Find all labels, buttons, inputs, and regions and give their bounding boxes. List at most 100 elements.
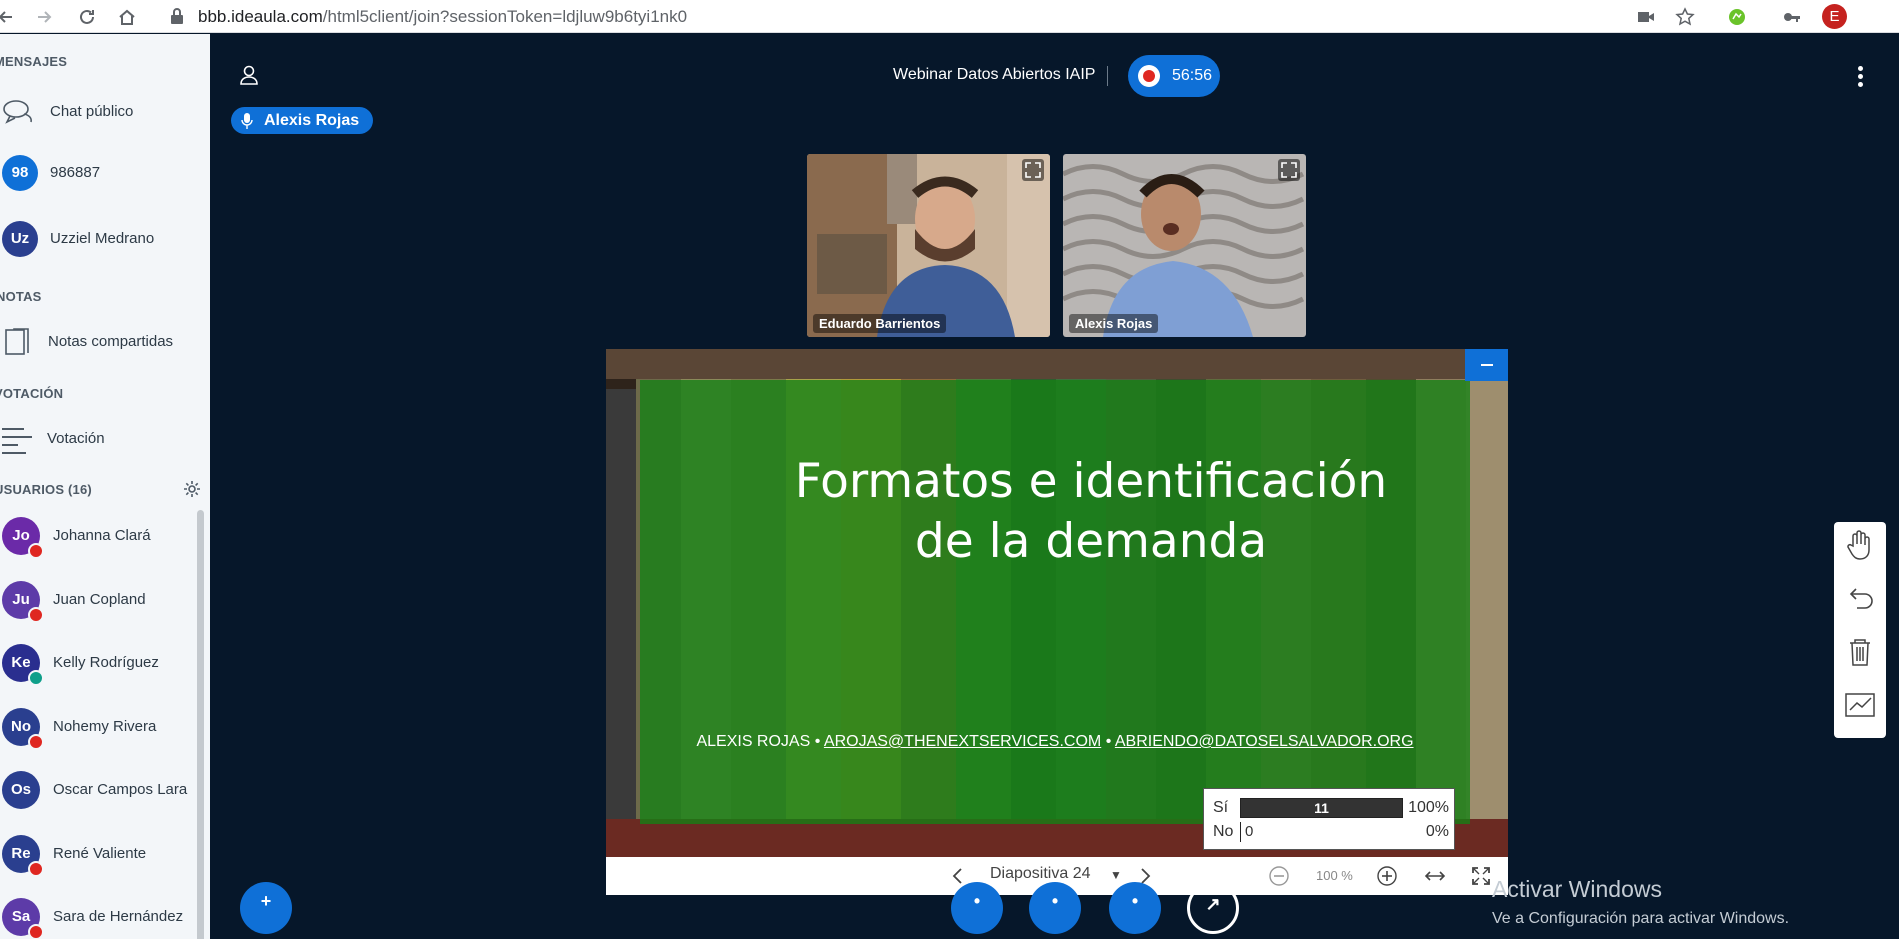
user-name: Johanna Clará [53, 527, 151, 544]
user-list-item[interactable]: Re René Valiente [0, 825, 200, 885]
url-text: bbb.ideaula.com/html5client/join?session… [198, 7, 687, 27]
messages-section-label: MENSAJES [0, 54, 68, 69]
user-icon[interactable] [238, 64, 260, 86]
user-list-item[interactable]: Jo Johanna Clará [0, 507, 200, 567]
sidebar-item-voting[interactable]: Votación [0, 417, 210, 461]
lock-icon [171, 8, 183, 24]
actions-button[interactable]: + [240, 882, 292, 934]
private-chat-name: Uzziel Medrano [50, 230, 155, 247]
webcam-tile[interactable]: Eduardo Barrientos [807, 154, 1050, 337]
public-chat-label: Chat público [50, 103, 134, 120]
video-button[interactable]: • [1109, 882, 1161, 934]
user-name: Nohemy Rivera [53, 718, 157, 735]
profile-avatar[interactable]: E [1822, 4, 1847, 29]
shared-notes-label: Notas compartidas [48, 333, 174, 350]
slide-title: Formatos e identificación de la demanda [740, 452, 1442, 572]
slide-selector[interactable]: Diapositiva 24 [990, 865, 1091, 883]
private-chat-name: 986887 [50, 164, 101, 181]
audio-button[interactable]: • [1029, 882, 1081, 934]
minimize-presentation-button[interactable] [1465, 349, 1508, 381]
poll-bar: 11 [1240, 798, 1403, 818]
poll-row-si: Sí 11 100% [1213, 797, 1449, 819]
muted-mic-icon [28, 543, 44, 559]
multi-user-whiteboard-icon[interactable] [1843, 688, 1877, 722]
gear-icon[interactable] [182, 479, 202, 499]
options-menu-icon[interactable] [1858, 66, 1864, 88]
reload-icon[interactable] [77, 7, 97, 27]
notes-icon [5, 328, 29, 355]
users-section-label: USUARIOS (16) [0, 482, 92, 497]
sidebar-item-private-chat-1[interactable]: 98 986887 [0, 151, 210, 195]
user-name: Juan Copland [53, 591, 146, 608]
back-arrow-icon[interactable] [0, 7, 16, 27]
webcam-video [1063, 154, 1306, 337]
webcam-user-name: Alexis Rojas [1069, 314, 1159, 333]
mute-button[interactable]: • [951, 882, 1003, 934]
expand-icon[interactable] [1278, 159, 1300, 181]
presentation-slide[interactable]: Formatos e identificación de la demanda … [606, 349, 1508, 857]
recording-time: 56:56 [1172, 67, 1213, 84]
star-icon[interactable] [1675, 7, 1695, 27]
slide-email-1[interactable]: AROJAS@THENEXTSERVICES.COM [824, 733, 1101, 750]
muted-mic-icon [28, 607, 44, 623]
poll-percent: 0% [1425, 823, 1449, 840]
poll-count: 11 [1314, 800, 1329, 816]
headphones-icon [28, 670, 44, 686]
chevron-down-icon[interactable]: ▼ [1110, 868, 1122, 882]
key-icon[interactable] [1782, 7, 1802, 27]
notes-section-label: NOTAS [0, 289, 42, 304]
avatar: Os [2, 771, 40, 809]
sidebar-item-public-chat[interactable]: Chat público [0, 90, 210, 134]
expand-icon[interactable] [1022, 159, 1044, 181]
home-icon[interactable] [117, 7, 137, 27]
poll-option-label: Sí [1213, 799, 1229, 816]
address-bar[interactable]: bbb.ideaula.com/html5client/join?session… [160, 2, 1760, 30]
user-list-item[interactable]: No Nohemy Rivera [0, 698, 200, 758]
extension-icon[interactable] [1727, 7, 1747, 27]
muted-mic-icon [28, 734, 44, 750]
undo-icon[interactable] [1843, 582, 1877, 616]
talking-indicator[interactable]: Alexis Rojas [231, 107, 374, 134]
user-list-item[interactable]: Ke Kelly Rodríguez [0, 634, 200, 694]
camera-blocked-icon[interactable] [1636, 7, 1656, 27]
user-list-item[interactable]: Os Oscar Campos Lara [0, 761, 200, 821]
user-list-item[interactable]: Ju Juan Copland [0, 571, 200, 631]
poll-count: 0 [1245, 823, 1254, 840]
talking-user-name: Alexis Rojas [264, 112, 360, 129]
slide-separator: • [1105, 733, 1112, 750]
url-path: /html5client/join?sessionToken=ldjluw9b6… [322, 7, 688, 26]
webcam-tile[interactable]: Alexis Rojas [1063, 154, 1306, 337]
trash-icon[interactable] [1843, 635, 1877, 669]
webcam-video [807, 154, 1050, 337]
poll-results: Sí 11 100% No 0 0% [1203, 788, 1455, 850]
fit-width-icon[interactable] [1424, 865, 1446, 887]
hand-tool-icon[interactable] [1843, 528, 1877, 562]
slide-email-2[interactable]: ABRIENDO@DATOSELSALVADOR.ORG [1115, 733, 1414, 750]
poll-bar: 0 [1240, 822, 1403, 842]
url-host: bbb.ideaula.com [198, 7, 323, 26]
recording-button[interactable]: 56:56 [1128, 55, 1220, 97]
meeting-title: Webinar Datos Abiertos IAIP [893, 66, 1096, 83]
zoom-level: 100 % [1316, 868, 1353, 883]
sidebar-item-private-chat-2[interactable]: Uz Uzziel Medrano [0, 217, 210, 261]
slide-overlay: Formatos e identificación de la demanda … [640, 380, 1470, 824]
record-icon [1138, 65, 1160, 87]
user-name: Sara de Hernández [53, 908, 184, 925]
screen-share-icon: ↗ [1205, 894, 1221, 914]
fullscreen-icon[interactable] [1470, 865, 1492, 887]
sidebar-item-shared-notes[interactable]: Notas compartidas [0, 320, 210, 364]
forward-arrow-icon[interactable] [34, 7, 54, 27]
zoom-out-icon[interactable] [1268, 865, 1290, 887]
slide-separator: • [814, 733, 821, 750]
mic-icon [241, 113, 253, 129]
mic-icon: • [973, 891, 981, 911]
zoom-in-icon[interactable] [1376, 865, 1398, 887]
user-list-scrollbar[interactable] [197, 510, 204, 939]
slide-author: ALEXIS ROJAS [696, 733, 811, 750]
chat-icon [3, 100, 32, 124]
headphones-icon: • [1051, 891, 1059, 911]
share-screen-button[interactable]: ↗ [1187, 882, 1239, 934]
user-list-item[interactable]: Sa Sara de Hernández [0, 888, 200, 939]
poll-percent: 100% [1408, 799, 1449, 816]
avatar: 98 [2, 155, 38, 191]
